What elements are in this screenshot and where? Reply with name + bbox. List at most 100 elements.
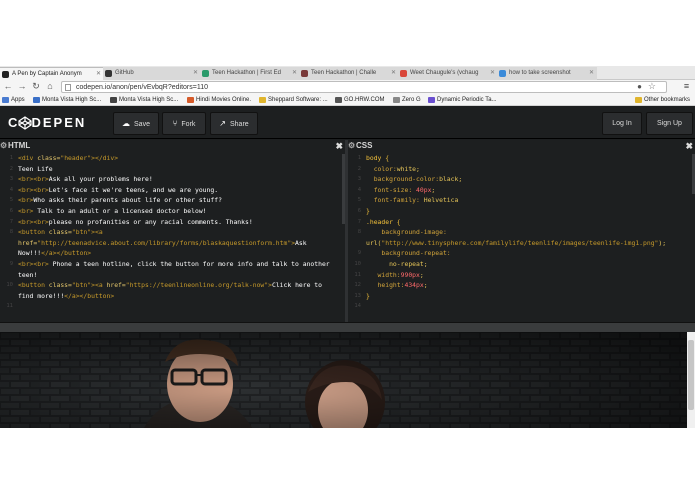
bookmark-other[interactable]: Other bookmarks: [634, 94, 690, 106]
code-line[interactable]: teen!: [0, 270, 341, 281]
back-icon[interactable]: ←: [3, 81, 13, 92]
code-line[interactable]: 13}: [348, 291, 691, 302]
tab-screenshot[interactable]: how to take screenshot ✕: [497, 67, 597, 80]
preview-resizer[interactable]: [0, 322, 695, 332]
close-tab-icon[interactable]: ✕: [391, 67, 396, 80]
code-line[interactable]: 5 <br>Who asks their parents about life o…: [0, 195, 341, 206]
tab-teen-hackathon-challenge[interactable]: Teen Hackathon | Challe ✕: [299, 67, 399, 80]
bookmark-label: GO.HRW.COM: [344, 97, 385, 103]
line-number: 6: [357, 207, 361, 214]
code-line[interactable]: 7 .header {: [348, 217, 691, 228]
code-line[interactable]: 4 font-size: 40px;: [348, 185, 691, 196]
close-editor-icon[interactable]: ✖: [685, 140, 693, 152]
code-line[interactable]: 2 Teen Life: [0, 164, 341, 175]
home-icon[interactable]: ⌂: [45, 81, 55, 92]
code-token: "http://www.tinysphere.com/familylife/te…: [381, 238, 659, 247]
code-token: </a></button>: [64, 291, 115, 300]
bookmark-hrw[interactable]: GO.HRW.COM: [334, 94, 385, 106]
save-button[interactable]: ☁ Save: [113, 112, 159, 135]
close-tab-icon[interactable]: ✕: [193, 67, 198, 80]
code-line[interactable]: href="http://teenadvice.about.com/librar…: [0, 238, 341, 249]
code-line[interactable]: 7 <br><br>please no profanities or any ra…: [0, 217, 341, 228]
fork-button[interactable]: ⑂ Fork: [162, 112, 206, 135]
code-line[interactable]: 12 height:434px;: [348, 280, 691, 291]
code-line[interactable]: 8 <button class="btn"><a: [0, 227, 341, 238]
tab-label: Weet Chaugule's (vchaug: [410, 70, 479, 76]
code-line[interactable]: 10 no-repeat;: [348, 259, 691, 270]
code-line[interactable]: 8 background-image:: [348, 227, 691, 238]
codepen-header: CODEPEN ☁ Save ⑂ Fork ↗ Share Log In Sign U…: [0, 107, 695, 139]
browser-toolbar: ← → ↻ ⌂ codepen.io/anon/pen/vEvbqR?edito…: [0, 80, 695, 94]
gear-icon[interactable]: ⚙: [0, 140, 7, 152]
code-token: Ask: [295, 238, 307, 247]
preview-scroll-thumb[interactable]: [688, 340, 694, 410]
preview-header-image: [0, 332, 687, 428]
bookmark-monta-vista-2[interactable]: Monta Vista High Sc...: [109, 94, 178, 106]
code-line[interactable]: 9 <br><br> Phone a teen hotline, click th…: [0, 259, 341, 270]
code-line[interactable]: 6 <br> Talk to an adult or a licensed doc…: [0, 206, 341, 217]
code-token: "header": [60, 154, 92, 162]
code-token: <br>: [18, 206, 34, 215]
code-line[interactable]: 5 font-family: Helvetica: [348, 195, 691, 206]
code-line[interactable]: 11: [0, 301, 341, 312]
code-line[interactable]: 10 <button class="btn"><a href="https://t…: [0, 280, 341, 291]
code-token: "btn": [71, 281, 92, 290]
signup-button[interactable]: Sign Up: [646, 112, 693, 135]
line-number: 2: [357, 165, 361, 172]
code-line[interactable]: Now!!!</a></button>: [0, 248, 341, 259]
tab-codepen[interactable]: A Pen by Captain Anonym ✕: [0, 67, 104, 80]
code-line[interactable]: 3 background-color:black;: [348, 174, 691, 185]
line-number: 3: [357, 176, 361, 183]
forward-icon[interactable]: →: [17, 81, 27, 92]
code-line[interactable]: 4 <br><br>Let's face it we're teens, and …: [0, 185, 341, 196]
url-text: codepen.io/anon/pen/vEvbqR?editors=110: [76, 84, 208, 91]
code-line[interactable]: 9 background-repeat:: [348, 248, 691, 259]
code-token: ><a: [91, 228, 103, 237]
share-button[interactable]: ↗ Share: [210, 112, 258, 135]
close-editor-icon[interactable]: ✖: [335, 140, 343, 152]
extension-icon[interactable]: ●: [637, 82, 642, 91]
close-tab-icon[interactable]: ✕: [292, 67, 297, 80]
code-line[interactable]: 6}: [348, 206, 691, 217]
tab-github[interactable]: GitHub ✕: [103, 67, 201, 80]
line-number: 11: [354, 271, 361, 278]
close-tab-icon[interactable]: ✕: [96, 68, 101, 80]
preview-scrollbar[interactable]: [687, 332, 695, 428]
bookmark-apps[interactable]: Apps: [1, 94, 25, 106]
code-line[interactable]: 11 width:990px;: [348, 270, 691, 281]
code-token: </a></button>: [41, 249, 92, 258]
code-line[interactable]: url("http://www.tinysphere.com/familylif…: [348, 238, 691, 249]
code-token: Ask all your problems here!: [48, 175, 153, 184]
code-line[interactable]: 1 body {: [348, 153, 691, 164]
bookmark-monta-vista-1[interactable]: Monta Vista High Sc...: [32, 94, 101, 106]
code-line[interactable]: 3 <br><br>Ask all your problems here!: [0, 174, 341, 185]
gear-icon[interactable]: ⚙: [348, 140, 355, 152]
bookmark-star-icon[interactable]: ☆: [648, 81, 656, 92]
address-bar[interactable]: codepen.io/anon/pen/vEvbqR?editors=110 ●…: [61, 81, 667, 93]
bookmark-periodic-table[interactable]: Dynamic Periodic Ta...: [427, 94, 497, 106]
code-line[interactable]: 1 <div class="header"></div>: [0, 153, 341, 164]
code-line[interactable]: 2 color:white;: [348, 164, 691, 175]
code-token: Teen Life: [18, 164, 53, 173]
reload-icon[interactable]: ↻: [31, 81, 41, 92]
close-tab-icon[interactable]: ✕: [589, 67, 594, 80]
bookmark-sheppard[interactable]: Sheppard Software: ...: [258, 94, 328, 106]
bookmark-hindi-movies[interactable]: Hindi Movies Online.: [186, 94, 251, 106]
code-line[interactable]: find more!!!</a></button>: [0, 291, 341, 302]
css-code-area[interactable]: 1 body {2 color:white; 3 background-color:…: [348, 153, 691, 320]
code-line[interactable]: 14: [348, 301, 691, 312]
code-token: teen!: [18, 270, 38, 279]
html-code-area[interactable]: 1 <div class="header"></div> 2 Teen Life 3 <b…: [0, 153, 341, 320]
code-token: find more!!!: [18, 291, 65, 300]
code-token: Helvetica: [423, 196, 459, 205]
code-token: href=: [18, 238, 38, 247]
tab-weet-chaugule[interactable]: Weet Chaugule's (vchaug ✕: [398, 67, 498, 80]
code-token: body {: [366, 154, 390, 162]
line-number: 4: [357, 186, 361, 193]
tab-teen-hackathon-first[interactable]: Teen Hackathon | First Ed ✕: [200, 67, 300, 80]
menu-icon[interactable]: ≡: [681, 81, 692, 92]
code-token: please no profanities or any racial comm…: [48, 217, 253, 226]
login-button[interactable]: Log In: [602, 112, 642, 135]
close-tab-icon[interactable]: ✕: [490, 67, 495, 80]
bookmark-zero-g[interactable]: Zero G: [392, 94, 421, 106]
